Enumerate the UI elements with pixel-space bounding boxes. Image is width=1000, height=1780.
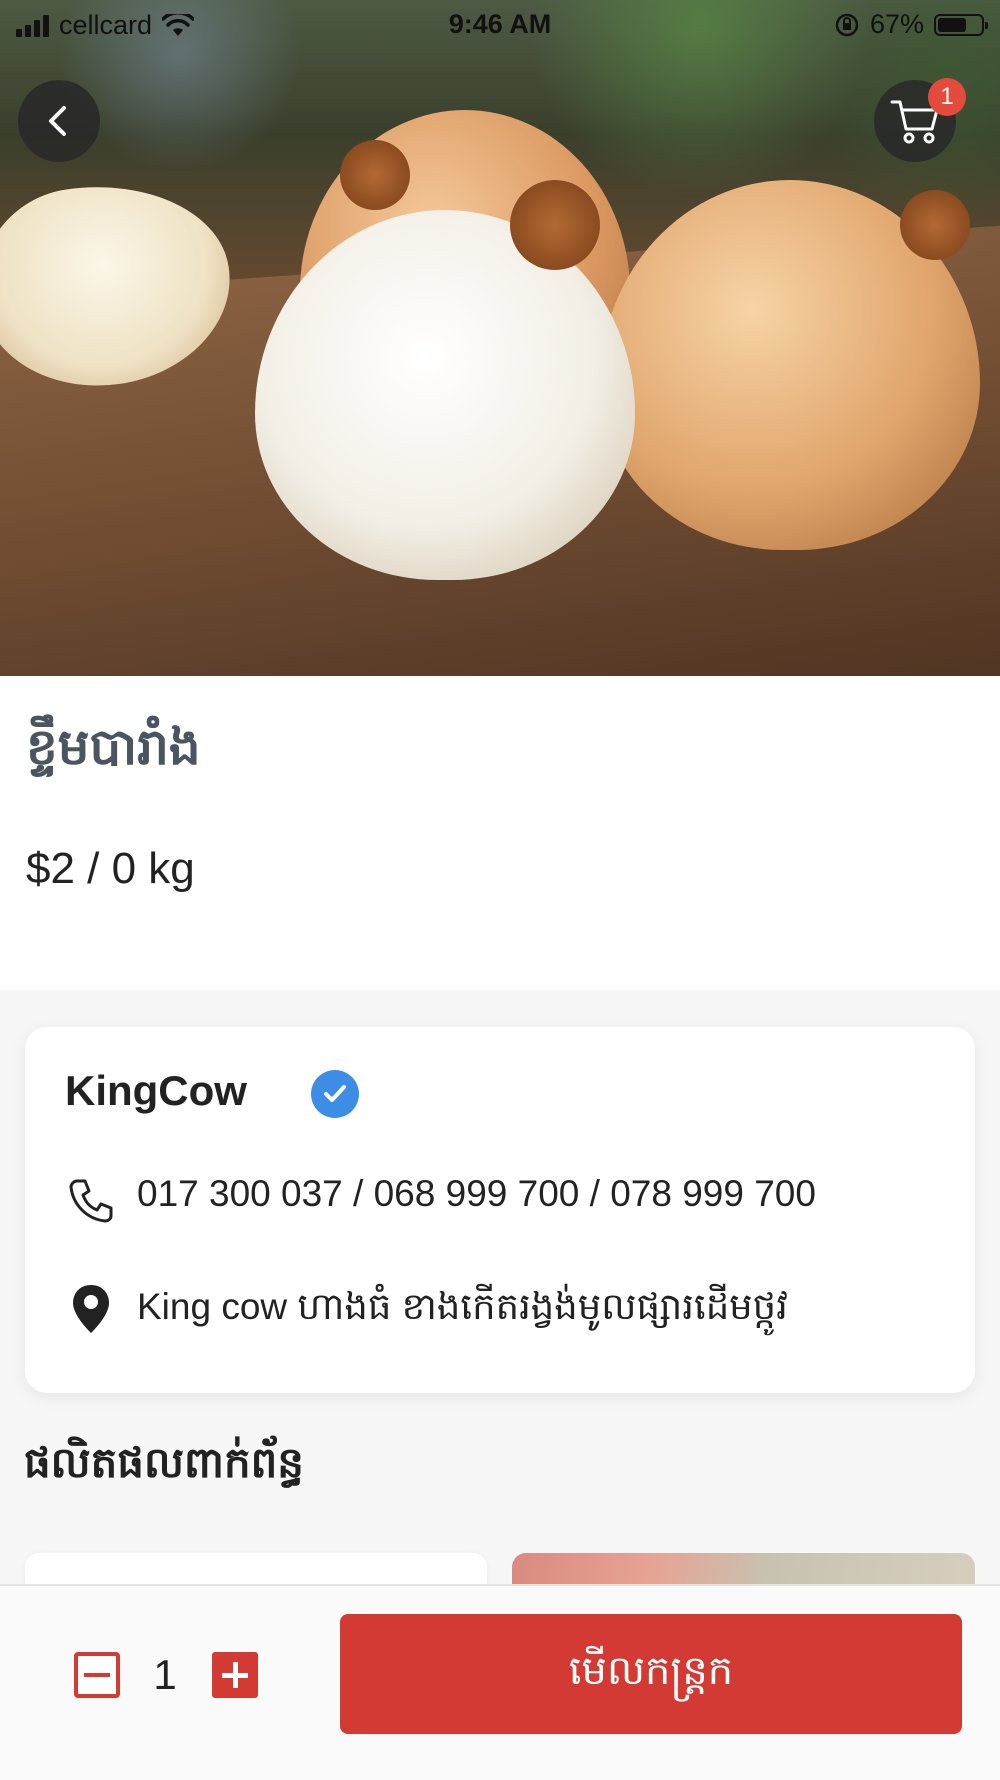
chevron-left-icon [49,106,66,136]
minus-icon [84,1673,110,1677]
shop-address[interactable]: King cow ហាងធំ ខាងកើតរង្វង់មូលផ្សារដើមថ្… [137,1284,788,1338]
shop-card[interactable]: KingCow 017 300 037 / 068 999 700 / 078 … [25,1027,975,1393]
quantity-increase-button[interactable] [212,1652,258,1698]
battery-percent: 67% [869,9,924,39]
onion-tip [340,140,410,210]
shop-name: KingCow [65,1067,247,1114]
phone-icon [63,1173,119,1229]
shop-phone[interactable]: 017 300 037 / 068 999 700 / 078 999 700 [137,1173,816,1215]
product-info: ខ្ទឹមបារាំង $2 / 0 kg [0,676,1000,990]
back-button[interactable] [18,80,100,162]
quantity-value: 1 [153,1651,177,1698]
bottom-action-bar: 1 មើលកន្ត្រក [0,1584,1000,1780]
verified-check-icon [311,1070,359,1118]
orientation-lock-icon [835,13,859,36]
view-cart-button[interactable]: មើលកន្ត្រក [340,1614,962,1734]
product-image [0,0,1000,676]
quantity-decrease-button[interactable] [74,1652,120,1698]
onion-tip [510,180,600,270]
product-title: ខ្ទឹមបារាំង [26,719,201,775]
status-bar: cellcard 9:46 AM 67% [0,0,1000,48]
location-pin-icon [63,1281,119,1337]
product-price: $2 / 0 kg [26,844,195,893]
cart-count-badge: 1 [928,78,966,116]
recommended-title: ផលិតផលពាក់ព័ន្ធ [24,1439,304,1486]
battery-icon [934,13,988,36]
onion-tip [900,190,970,260]
